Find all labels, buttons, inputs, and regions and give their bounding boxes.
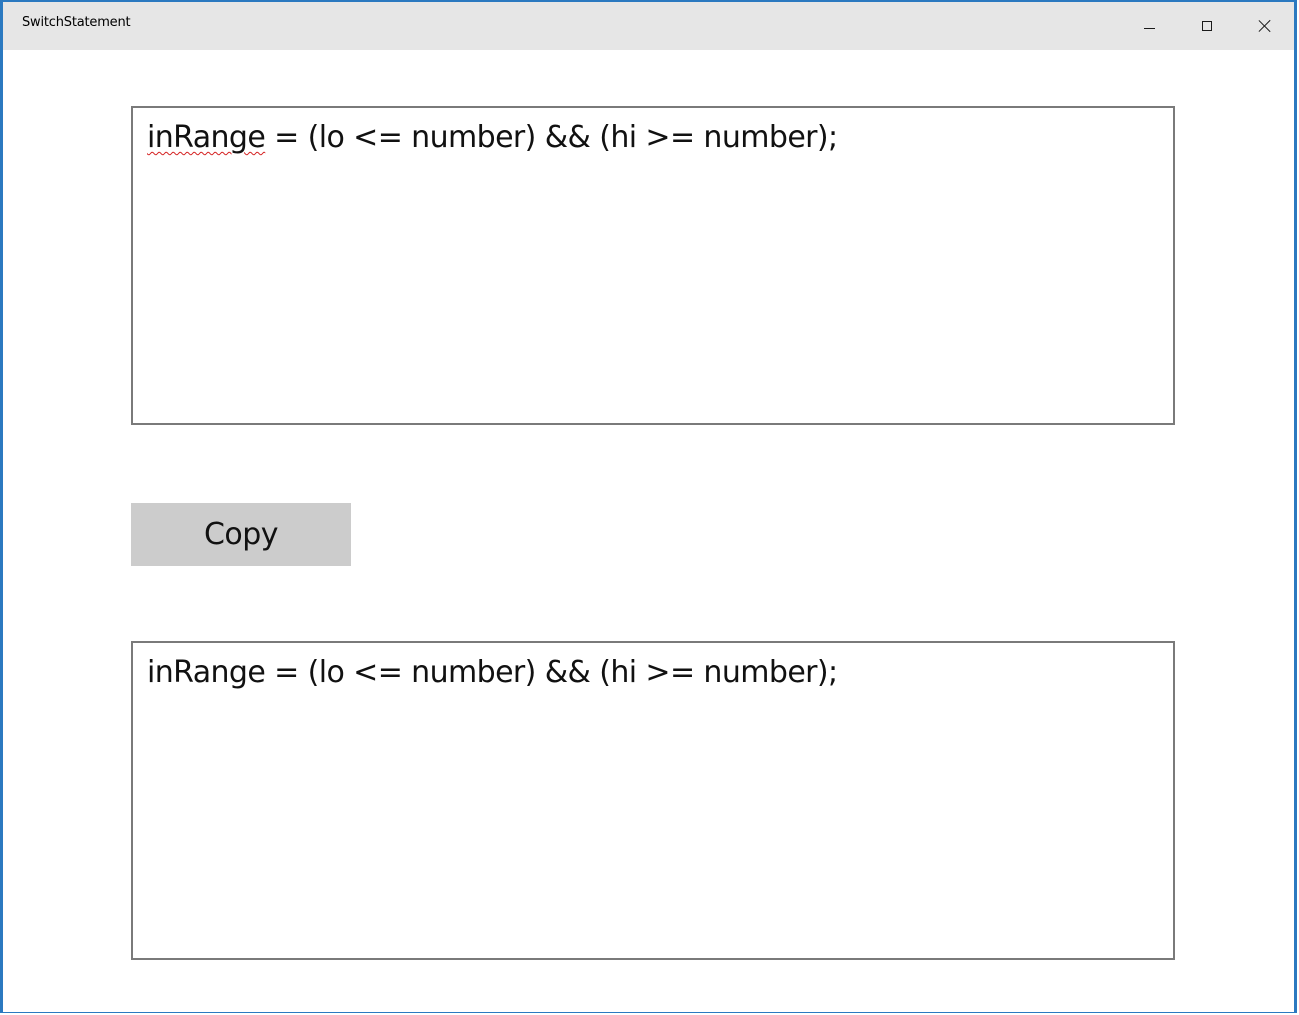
input-text-rest: = (lo <= number) && (hi >= number); bbox=[265, 120, 838, 155]
input-textbox[interactable]: inRange = (lo <= number) && (hi >= numbe… bbox=[131, 106, 1175, 425]
close-icon bbox=[1259, 20, 1271, 32]
maximize-button[interactable] bbox=[1178, 2, 1236, 50]
copy-button-label: Copy bbox=[203, 517, 279, 552]
app-window: SwitchStatement inRange = (lo <= number)… bbox=[0, 0, 1297, 1013]
minimize-icon bbox=[1143, 27, 1155, 29]
output-text: inRange = (lo <= number) && (hi >= numbe… bbox=[147, 655, 838, 690]
spellcheck-word: inRange bbox=[147, 120, 266, 155]
copy-button[interactable]: Copy bbox=[131, 503, 351, 566]
close-button[interactable] bbox=[1236, 2, 1294, 50]
minimize-button[interactable] bbox=[1120, 2, 1178, 50]
input-text: inRange = (lo <= number) && (hi >= numbe… bbox=[147, 120, 838, 155]
title-bar[interactable]: SwitchStatement bbox=[3, 2, 1294, 50]
maximize-icon bbox=[1202, 21, 1212, 31]
output-textbox[interactable]: inRange = (lo <= number) && (hi >= numbe… bbox=[131, 641, 1175, 960]
window-title: SwitchStatement bbox=[22, 15, 131, 30]
